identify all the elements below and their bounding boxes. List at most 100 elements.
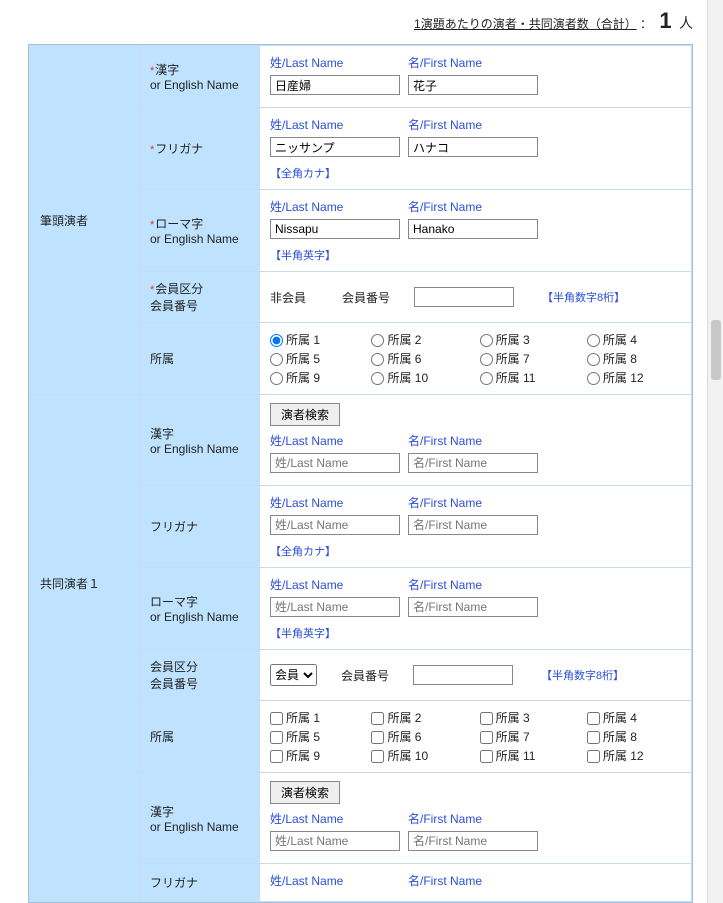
search-presenter-button[interactable]: 演者検索 xyxy=(270,781,340,804)
affiliation-input[interactable] xyxy=(480,712,493,725)
member-no-label: 会員番号 xyxy=(341,667,389,684)
affiliation-option[interactable]: 所属 8 xyxy=(587,728,681,745)
label-lastname: 姓/Last Name xyxy=(270,198,400,215)
affiliation-option[interactable]: 所属 5 xyxy=(270,350,357,367)
affiliation-input[interactable] xyxy=(587,712,600,725)
affiliation-option[interactable]: 所属 12 xyxy=(587,747,681,764)
label-lastname: 姓/Last Name xyxy=(270,432,400,449)
roma-lastname-input[interactable] xyxy=(270,219,400,239)
co2-kanji-lastname-input[interactable] xyxy=(270,831,400,851)
hint-halfnum8: 【半角数字8桁】 xyxy=(542,289,625,305)
affiliation-input[interactable] xyxy=(480,731,493,744)
member-status: 非会員 xyxy=(270,289,318,306)
affiliation-input[interactable] xyxy=(371,334,384,347)
scrollbar-thumb[interactable] xyxy=(711,320,721,380)
co2-kanji-firstname-input[interactable] xyxy=(408,831,538,851)
roma-firstname-input[interactable] xyxy=(408,219,538,239)
affiliation-input[interactable] xyxy=(587,334,600,347)
row-input-romaji: 姓/Last Name 名/First Name 【半角英字】 xyxy=(260,190,692,272)
affiliation-option[interactable]: 所属 3 xyxy=(480,709,573,726)
affiliation-input[interactable] xyxy=(270,750,283,763)
hint-halfalpha: 【半角英字】 xyxy=(270,247,336,263)
section-main-presenter: 筆頭演者 xyxy=(30,46,140,395)
affiliation-input[interactable] xyxy=(480,750,493,763)
label-lastname: 姓/Last Name xyxy=(270,576,400,593)
affiliation-option[interactable]: 所属 10 xyxy=(371,747,465,764)
kanji-firstname-input[interactable] xyxy=(408,75,538,95)
affiliation-option[interactable]: 所属 4 xyxy=(587,709,681,726)
affiliation-option[interactable]: 所属 11 xyxy=(480,747,573,764)
co1-roma-firstname-input[interactable] xyxy=(408,597,538,617)
affiliation-input[interactable] xyxy=(480,353,493,366)
kanji-lastname-input[interactable] xyxy=(270,75,400,95)
member-no-input[interactable] xyxy=(414,287,514,307)
affiliation-option[interactable]: 所属 9 xyxy=(270,747,357,764)
co1-kana-lastname-input[interactable] xyxy=(270,515,400,535)
affiliation-option[interactable]: 所属 7 xyxy=(480,350,573,367)
kana-lastname-input[interactable] xyxy=(270,137,400,157)
affiliation-input[interactable] xyxy=(371,712,384,725)
label-firstname: 名/First Name xyxy=(408,116,538,133)
affiliation-option[interactable]: 所属 10 xyxy=(371,369,465,386)
row-label-affiliation: 所属 xyxy=(140,323,260,395)
row-input-furigana: 姓/Last Name 名/First Name 【全角カナ】 xyxy=(260,108,692,190)
member-no-label: 会員番号 xyxy=(342,289,390,306)
affiliation-input[interactable] xyxy=(587,731,600,744)
co1-roma-lastname-input[interactable] xyxy=(270,597,400,617)
affiliation-input[interactable] xyxy=(270,353,283,366)
affiliation-option[interactable]: 所属 1 xyxy=(270,331,357,348)
row-input-member: 非会員 会員番号 【半角数字8桁】 xyxy=(260,272,692,323)
affiliation-input[interactable] xyxy=(371,731,384,744)
affiliation-input[interactable] xyxy=(587,372,600,385)
affiliation-input[interactable] xyxy=(480,334,493,347)
affiliation-option[interactable]: 所属 12 xyxy=(587,369,681,386)
co1-kanji-lastname-input[interactable] xyxy=(270,453,400,473)
affiliation-option[interactable]: 所属 5 xyxy=(270,728,357,745)
co1-member-no-input[interactable] xyxy=(413,665,513,685)
affiliation-input[interactable] xyxy=(371,750,384,763)
affiliation-option[interactable]: 所属 6 xyxy=(371,728,465,745)
header-unit: 人 xyxy=(679,15,693,31)
section-co-presenter-next xyxy=(30,773,140,902)
affiliation-input[interactable] xyxy=(270,712,283,725)
affiliation-input[interactable] xyxy=(587,750,600,763)
affiliation-option[interactable]: 所属 6 xyxy=(371,350,465,367)
affiliation-input[interactable] xyxy=(270,731,283,744)
label-firstname: 名/First Name xyxy=(408,576,538,593)
affiliation-option[interactable]: 所属 4 xyxy=(587,331,681,348)
header-number: 1 xyxy=(655,8,675,33)
label-lastname: 姓/Last Name xyxy=(270,872,400,889)
label-firstname: 名/First Name xyxy=(408,432,538,449)
co1-member-status-select[interactable]: 会員 xyxy=(270,664,317,686)
row-input-furigana: 姓/Last Name 名/First Name 【全角カナ】 xyxy=(260,486,692,568)
label-lastname: 姓/Last Name xyxy=(270,494,400,511)
affiliation-option[interactable]: 所属 8 xyxy=(587,350,681,367)
affiliation-input[interactable] xyxy=(587,353,600,366)
co1-kanji-firstname-input[interactable] xyxy=(408,453,538,473)
affiliation-option[interactable]: 所属 2 xyxy=(371,709,465,726)
co1-kana-firstname-input[interactable] xyxy=(408,515,538,535)
label-lastname: 姓/Last Name xyxy=(270,810,400,827)
row-label-member: 会員区分 会員番号 xyxy=(140,650,260,701)
row-input-furigana: 姓/Last Name 名/First Name xyxy=(260,864,692,902)
row-label-romaji: *ローマ字 or English Name xyxy=(140,190,260,272)
affiliation-input[interactable] xyxy=(371,353,384,366)
affiliation-input[interactable] xyxy=(270,334,283,347)
scrollbar-track[interactable] xyxy=(707,0,723,903)
affiliation-option[interactable]: 所属 7 xyxy=(480,728,573,745)
affiliation-option[interactable]: 所属 9 xyxy=(270,369,357,386)
affiliation-input[interactable] xyxy=(270,372,283,385)
row-label-kanji: 漢字 or English Name xyxy=(140,395,260,486)
affiliation-option[interactable]: 所属 2 xyxy=(371,331,465,348)
row-input-kanji: 演者検索 姓/Last Name 名/First Name xyxy=(260,773,692,864)
header-prefix: 1演題あたりの演者・共同演者数（合計） xyxy=(414,17,637,31)
affiliation-input[interactable] xyxy=(480,372,493,385)
kana-firstname-input[interactable] xyxy=(408,137,538,157)
affiliation-option[interactable]: 所属 1 xyxy=(270,709,357,726)
affiliation-option[interactable]: 所属 11 xyxy=(480,369,573,386)
hint-fullkana: 【全角カナ】 xyxy=(270,165,336,181)
row-input-kanji: 演者検索 姓/Last Name 名/First Name xyxy=(260,395,692,486)
affiliation-option[interactable]: 所属 3 xyxy=(480,331,573,348)
search-presenter-button[interactable]: 演者検索 xyxy=(270,403,340,426)
affiliation-input[interactable] xyxy=(371,372,384,385)
